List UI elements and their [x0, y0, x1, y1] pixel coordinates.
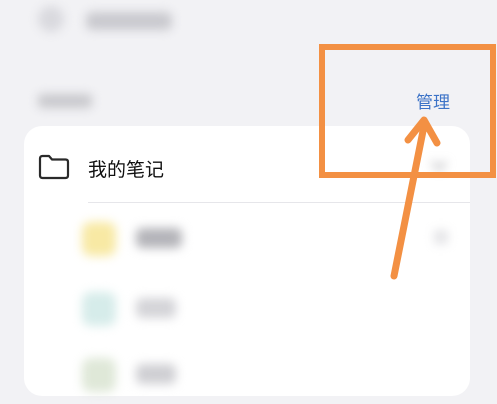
note-thumbnail — [82, 222, 116, 256]
list-item[interactable] — [24, 286, 470, 338]
list-item[interactable] — [24, 216, 470, 268]
blurred-avatar — [38, 6, 64, 32]
section-header: 管理 — [0, 84, 497, 120]
blurred-top-label — [86, 12, 172, 30]
blurred-note-title — [136, 228, 182, 248]
manage-button[interactable]: 管理 — [416, 88, 450, 113]
folder-icon — [38, 154, 70, 180]
chevron-down-icon[interactable] — [430, 160, 448, 172]
note-thumbnail — [82, 292, 116, 326]
divider — [88, 202, 470, 203]
folder-title: 我的笔记 — [88, 159, 165, 181]
list-item[interactable] — [24, 352, 470, 404]
note-thumbnail — [82, 358, 116, 392]
blurred-section-label — [38, 94, 92, 108]
blurred-note-title — [136, 364, 176, 384]
blurred-trailing-control — [434, 230, 448, 244]
folder-row-my-notes[interactable]: 我的笔记 — [24, 144, 470, 192]
notes-card: 我的笔记 — [24, 126, 470, 396]
blurred-note-title — [136, 298, 176, 318]
blurred-top-row — [0, 0, 497, 46]
